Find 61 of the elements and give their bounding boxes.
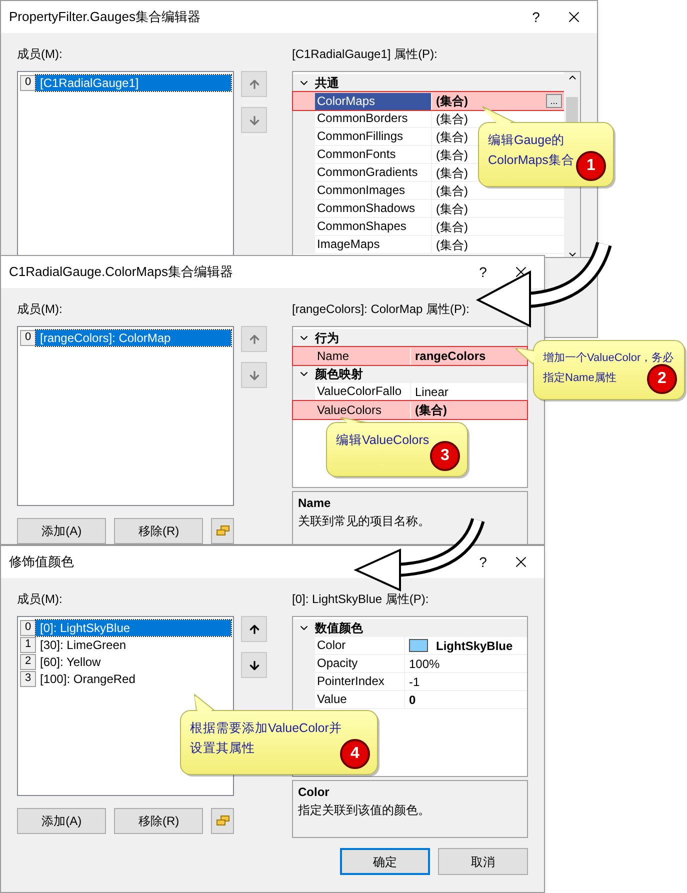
window-title: C1RadialGauge.ColorMaps集合编辑器: [9, 263, 234, 282]
description-text: 关联到常见的项目名称。: [298, 513, 431, 530]
category-label: 行为: [315, 330, 339, 347]
property-name: ValueColors: [316, 402, 382, 418]
property-name: Color: [316, 637, 347, 654]
property-value: (集合): [436, 182, 468, 200]
members-label: 成员(M):: [17, 301, 64, 318]
callout-text: 编辑ValueColors: [336, 432, 430, 449]
property-name: CommonBorders: [316, 110, 409, 127]
property-value: (集合): [436, 164, 468, 182]
category-label: 数值颜色: [315, 620, 363, 637]
property-value: LightSkyBlue: [436, 638, 513, 654]
property-name: CommonShapes: [316, 218, 408, 235]
property-name: Name: [316, 348, 350, 364]
properties-label: [rangeColors]: ColorMap 属性(P):: [292, 301, 470, 318]
property-value: (集合): [436, 236, 468, 254]
index-cell: 0: [20, 620, 36, 636]
properties-label: [C1RadialGauge1] 属性(P):: [292, 46, 438, 63]
property-name: Opacity: [316, 655, 359, 672]
property-name: CommonGradients: [316, 164, 419, 181]
callout-text: 根据需要添加ValueColor并: [190, 720, 342, 737]
index-cell: 2: [20, 654, 36, 670]
index-cell: 1: [20, 636, 36, 652]
property-name: PointerIndex: [316, 673, 386, 690]
property-value: rangeColors: [415, 348, 486, 365]
members-label: 成员(M):: [17, 591, 64, 608]
category-label: 共通: [315, 75, 339, 92]
property-value: (集合): [436, 93, 468, 110]
property-value: 0: [409, 692, 416, 708]
index-cell: 0: [20, 74, 36, 90]
callout-text: 指定Name属性: [543, 370, 616, 386]
property-name: ValueColorFallo: [316, 383, 402, 400]
description-title: Name: [298, 495, 332, 512]
callout-text: 增加一个ValueColor，务必: [543, 350, 674, 366]
window-title: PropertyFilter.Gauges集合编辑器: [9, 8, 202, 26]
index-cell: 0: [20, 330, 36, 346]
property-value: (集合): [436, 218, 468, 236]
property-name: Value: [316, 691, 348, 708]
category-label: 颜色映射: [315, 366, 363, 383]
property-value: (集合): [436, 110, 468, 128]
property-name: CommonFillings: [316, 128, 404, 145]
window-title: 修饰值颜色: [9, 553, 75, 572]
properties-label: [0]: LightSkyBlue 属性(P):: [292, 591, 430, 608]
property-value: (集合): [436, 146, 468, 164]
property-value: Linear: [415, 384, 448, 400]
property-name: CommonFonts: [316, 146, 397, 163]
index-cell: 3: [20, 670, 36, 686]
callout-text: 设置其属性: [190, 740, 255, 757]
description-text: 指定关联到该值的颜色。: [298, 802, 431, 819]
property-name: CommonShadows: [316, 200, 416, 217]
property-name: ImageMaps: [316, 236, 381, 253]
property-value: (集合): [415, 402, 447, 419]
callout-text: 编辑Gauge的: [488, 132, 565, 149]
members-label: 成员(M):: [17, 46, 64, 63]
property-name: ColorMaps: [315, 92, 431, 110]
property-name: CommonImages: [316, 182, 406, 199]
property-value: -1: [409, 674, 420, 690]
property-value: 100%: [409, 656, 440, 672]
property-value: (集合): [436, 128, 468, 146]
description-title: Color: [298, 784, 330, 801]
property-value: (集合): [436, 200, 468, 218]
